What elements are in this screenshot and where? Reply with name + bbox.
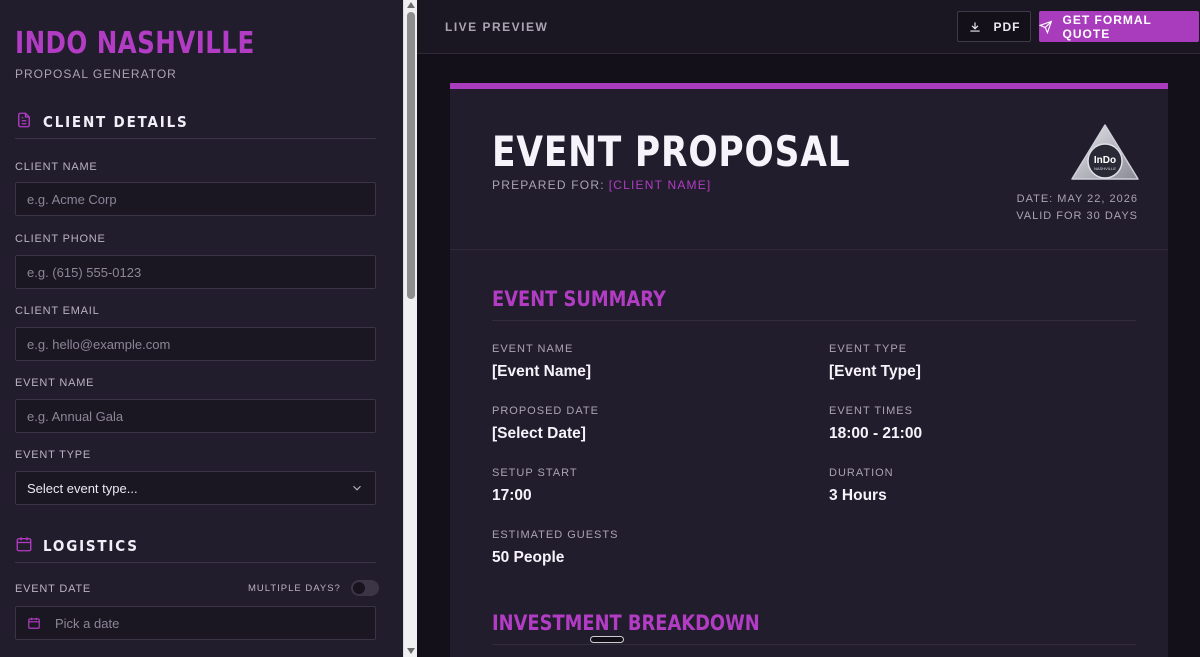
pdf-button-label: PDF [993, 19, 1021, 34]
summary-value: [Event Type] [829, 363, 921, 380]
sidebar: INDO NASHVILLE PROPOSAL GENERATOR CLIENT… [0, 0, 403, 657]
document-date: DATE: MAY 22, 2026 [1016, 193, 1138, 205]
brand-subtitle: PROPOSAL GENERATOR [15, 67, 177, 81]
summary-value: 18:00 - 21:00 [829, 425, 923, 442]
summary-value: 50 People [492, 549, 565, 566]
client-phone-label: CLIENT PHONE [15, 233, 106, 245]
logistics-header: LOGISTICS [15, 537, 376, 563]
summary-value: 3 Hours [829, 487, 887, 504]
client-name-input[interactable]: e.g. Acme Corp [15, 182, 376, 216]
toggle-knob [352, 582, 365, 594]
event-summary-title: EVENT SUMMARY [492, 287, 666, 311]
document-header: EVENT PROPOSAL PREPARED FOR: [CLIENT NAME… [450, 89, 1168, 250]
summary-key: PROPOSED DATE [492, 405, 599, 417]
client-details-header: CLIENT DETAILS [15, 112, 376, 139]
multiple-days-toggle[interactable] [350, 580, 379, 596]
indo-nashville-logo: InDo NASHVILLE [1071, 124, 1139, 180]
investment-breakdown-title: INVESTMENT BREAKDOWN [492, 611, 760, 635]
quote-button-label: GET FORMAL QUOTE [1062, 12, 1152, 41]
event-type-label: EVENT TYPE [15, 449, 92, 461]
document-title: EVENT PROPOSAL [492, 127, 851, 176]
multiple-days-row: MULTIPLE DAYS? [248, 580, 379, 596]
multiple-days-label: MULTIPLE DAYS? [248, 582, 341, 594]
pdf-button[interactable]: PDF [957, 11, 1031, 42]
download-icon [969, 21, 980, 32]
summary-key: DURATION [829, 467, 894, 479]
prepared-for-label: PREPARED FOR: [492, 178, 605, 192]
client-name-label: CLIENT NAME [15, 161, 98, 173]
event-type-value: Select event type... [27, 480, 138, 496]
send-icon [1039, 19, 1053, 34]
summary-key: EVENT TYPE [829, 343, 908, 355]
logo-text: InDo [1094, 155, 1116, 166]
summary-value: [Select Date] [492, 425, 586, 442]
summary-estimated-guests: ESTIMATED GUESTS 50 People [492, 529, 618, 567]
client-details-title: CLIENT DETAILS [43, 113, 189, 131]
chevron-down-icon [353, 485, 361, 491]
document-validity: VALID FOR 30 DAYS [1016, 210, 1138, 222]
summary-key: SETUP START [492, 467, 578, 479]
preview-topbar: LIVE PREVIEW PDF GET FORMAL QUOTE [417, 0, 1200, 54]
logistics-title: LOGISTICS [43, 537, 139, 555]
summary-event-type: EVENT TYPE [Event Type] [829, 343, 921, 381]
brand-title: INDO NASHVILLE [15, 26, 255, 61]
summary-value: [Event Name] [492, 363, 592, 380]
calendar-icon [28, 617, 40, 629]
get-formal-quote-button[interactable]: GET FORMAL QUOTE [1039, 11, 1199, 42]
event-date-picker[interactable]: Pick a date [15, 606, 376, 640]
preview-panel: LIVE PREVIEW PDF GET FORMAL QUOTE EVENT … [417, 0, 1200, 657]
calendar-icon [16, 537, 32, 552]
scrollbar-thumb[interactable] [407, 12, 415, 299]
proposal-document: EVENT PROPOSAL PREPARED FOR: [CLIENT NAME… [450, 83, 1168, 657]
summary-event-times: EVENT TIMES 18:00 - 21:00 [829, 405, 922, 443]
summary-key: EVENT NAME [492, 343, 574, 355]
logo-subtext: NASHVILLE [1094, 166, 1116, 171]
summary-key: EVENT TIMES [829, 405, 913, 417]
scroll-up-arrow[interactable] [407, 2, 415, 8]
section-divider [492, 320, 1136, 321]
summary-event-name: EVENT NAME [Event Name] [492, 343, 591, 381]
summary-value: 17:00 [492, 487, 532, 504]
event-name-label: EVENT NAME [15, 377, 95, 389]
client-email-input[interactable]: e.g. hello@example.com [15, 327, 376, 361]
live-preview-label: LIVE PREVIEW [445, 20, 549, 34]
client-name-placeholder: [CLIENT NAME] [608, 178, 712, 192]
client-email-label: CLIENT EMAIL [15, 305, 100, 317]
prepared-for: PREPARED FOR: [CLIENT NAME] [492, 178, 711, 192]
summary-proposed-date: PROPOSED DATE [Select Date] [492, 405, 599, 443]
summary-setup-start: SETUP START 17:00 [492, 467, 578, 505]
event-date-label: EVENT DATE [15, 583, 92, 595]
event-date-placeholder: Pick a date [55, 615, 120, 631]
document-icon [18, 112, 30, 128]
event-name-input[interactable]: e.g. Annual Gala [15, 399, 376, 433]
client-phone-input[interactable]: e.g. (615) 555-0123 [15, 255, 376, 289]
summary-key: ESTIMATED GUESTS [492, 529, 619, 541]
section-divider [492, 644, 1136, 645]
sidebar-scrollbar[interactable] [403, 0, 417, 657]
resize-handle[interactable] [590, 636, 624, 643]
summary-duration: DURATION 3 Hours [829, 467, 894, 505]
event-type-select[interactable]: Select event type... [15, 471, 376, 505]
scroll-down-arrow[interactable] [407, 648, 415, 654]
